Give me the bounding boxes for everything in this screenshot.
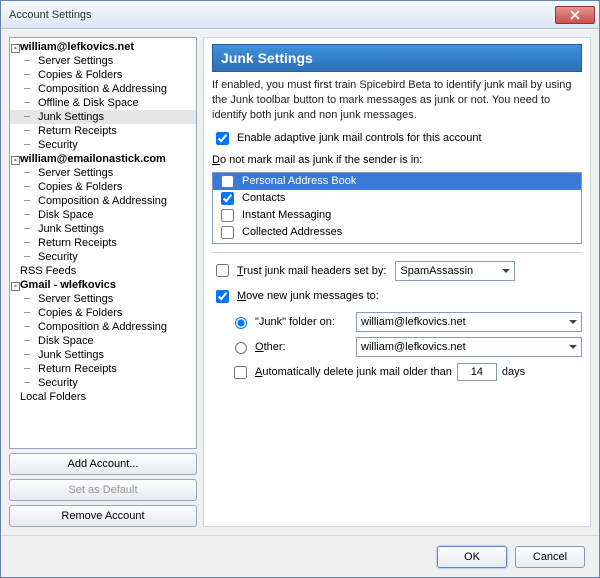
tree-item[interactable]: Return Receipts [10,362,196,376]
tree-account[interactable]: RSS Feeds [10,264,196,278]
other-radio-row[interactable]: Other: [230,339,350,354]
sender-list-label: Collected Addresses [242,226,342,238]
auto-delete-days-input[interactable] [457,363,497,381]
tree-item[interactable]: Return Receipts [10,236,196,250]
days-label: days [502,366,525,378]
tree-item[interactable]: Copies & Folders [10,180,196,194]
tree-item[interactable]: Return Receipts [10,124,196,138]
titlebar: Account Settings [1,1,599,29]
enable-adaptive-label: Enable adaptive junk mail controls for t… [237,132,482,144]
sender-list-label: Do not mark mail as junk if the sender i… [212,154,582,166]
tree-item[interactable]: Copies & Folders [10,68,196,82]
ok-button[interactable]: OK [437,546,507,568]
tree-item[interactable]: Security [10,138,196,152]
junk-folder-dropdown[interactable]: william@lefkovics.net [356,312,582,332]
tree-item[interactable]: Disk Space [10,208,196,222]
tree-item[interactable]: Offline & Disk Space [10,96,196,110]
sender-list-item[interactable]: Instant Messaging [213,207,581,224]
tree-item[interactable]: Junk Settings [10,222,196,236]
close-button[interactable] [555,6,595,24]
sender-list-checkbox[interactable] [221,192,234,205]
tree-item[interactable]: Server Settings [10,166,196,180]
tree-item[interactable]: Composition & Addressing [10,320,196,334]
junk-folder-radio-row[interactable]: "Junk" folder on: [230,314,350,329]
other-dropdown[interactable]: william@lefkovics.net [356,337,582,357]
trust-headers-row[interactable]: Trust junk mail headers set by: SpamAssa… [212,261,582,281]
sender-list-label: Personal Address Book [242,175,356,187]
move-junk-row[interactable]: Move new junk messages to: [212,287,582,306]
remove-account-button[interactable]: Remove Account [9,505,197,527]
move-junk-checkbox[interactable] [216,290,229,303]
window-title: Account Settings [9,9,555,21]
settings-panel: Junk Settings If enabled, you must first… [203,37,591,527]
junk-folder-radio[interactable] [235,317,247,329]
tree-item[interactable]: Junk Settings [10,110,196,124]
other-label: Other: [255,341,286,353]
sender-list-checkbox[interactable] [221,175,234,188]
cancel-button[interactable]: Cancel [515,546,585,568]
trust-headers-dropdown[interactable]: SpamAssassin [395,261,515,281]
tree-account[interactable]: Gmail - wlefkovics [10,278,196,292]
junk-folder-label: "Junk" folder on: [255,316,335,328]
panel-title: Junk Settings [212,44,582,72]
tree-item[interactable]: Security [10,376,196,390]
tree-item[interactable]: Server Settings [10,54,196,68]
tree-item[interactable]: Junk Settings [10,348,196,362]
sender-list-label: Instant Messaging [242,209,331,221]
panel-description: If enabled, you must first train Spicebi… [212,78,582,123]
sender-list-label: Contacts [242,192,285,204]
tree-account[interactable]: Local Folders [10,390,196,404]
auto-delete-label: Automatically delete junk mail older tha… [255,366,452,378]
trust-headers-label: Trust junk mail headers set by: [237,265,386,277]
dialog-footer: OK Cancel [1,535,599,577]
separator [212,252,582,253]
sender-list-item[interactable]: Personal Address Book [213,173,581,190]
sender-list-checkbox[interactable] [221,226,234,239]
auto-delete-checkbox[interactable] [234,366,247,379]
sender-listbox[interactable]: Personal Address Book Contacts Instant Mes… [212,172,582,244]
left-column: william@lefkovics.netServer SettingsCopi… [9,37,197,527]
auto-delete-row[interactable]: Automatically delete junk mail older tha… [230,363,582,382]
dialog-body: william@lefkovics.netServer SettingsCopi… [1,29,599,535]
add-account-button[interactable]: Add Account... [9,453,197,475]
sender-list-item[interactable]: Contacts [213,190,581,207]
other-radio[interactable] [235,342,247,354]
tree-account[interactable]: william@emailonastick.com [10,152,196,166]
account-tree[interactable]: william@lefkovics.netServer SettingsCopi… [9,37,197,449]
destination-grid: "Junk" folder on: william@lefkovics.net … [230,312,582,357]
tree-item[interactable]: Disk Space [10,334,196,348]
move-junk-label: Move new junk messages to: [237,290,379,302]
tree-item[interactable]: Copies & Folders [10,306,196,320]
trust-headers-checkbox[interactable] [216,264,229,277]
enable-adaptive-checkbox[interactable] [216,132,229,145]
tree-item[interactable]: Security [10,250,196,264]
tree-account[interactable]: william@lefkovics.net [10,40,196,54]
close-icon [570,10,580,20]
account-settings-window: Account Settings william@lefkovics.netSe… [0,0,600,578]
sender-list-checkbox[interactable] [221,209,234,222]
tree-item[interactable]: Composition & Addressing [10,82,196,96]
enable-adaptive-row[interactable]: Enable adaptive junk mail controls for t… [212,129,582,148]
set-as-default-button[interactable]: Set as Default [9,479,197,501]
tree-item[interactable]: Server Settings [10,292,196,306]
tree-item[interactable]: Composition & Addressing [10,194,196,208]
sender-list-item[interactable]: Collected Addresses [213,224,581,241]
